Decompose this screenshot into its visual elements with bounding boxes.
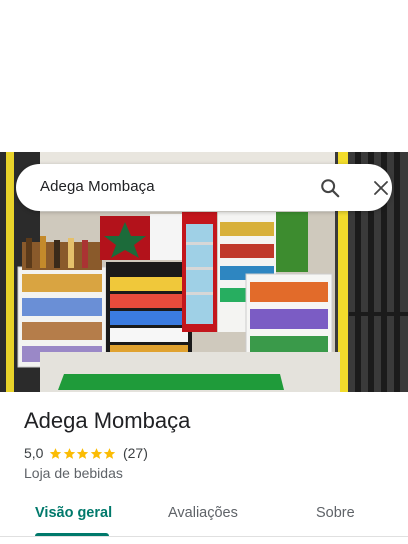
tab-about[interactable]: Sobre (316, 505, 355, 521)
search-bar[interactable]: Adega Mombaça (16, 164, 392, 211)
star-rating (49, 447, 117, 460)
rating-row[interactable]: 5,0 (27) (24, 444, 148, 462)
place-category: Loja de bebidas (24, 465, 123, 481)
tab-reviews[interactable]: Avaliações (168, 505, 238, 521)
search-input[interactable]: Adega Mombaça (40, 178, 155, 195)
star-icon (50, 447, 62, 459)
close-button[interactable] (367, 174, 395, 202)
star-icon (63, 447, 76, 459)
search-button[interactable] (316, 174, 344, 202)
star-icon (77, 447, 89, 459)
star-icon (104, 447, 116, 459)
place-tabs: Visão geral Avaliações Sobre (0, 495, 408, 537)
review-count[interactable]: (27) (123, 445, 148, 461)
star-icon (90, 447, 103, 459)
search-icon (321, 179, 340, 198)
place-name: Adega Mombaça (24, 408, 191, 433)
close-icon (374, 181, 388, 195)
tabs-divider (0, 536, 408, 537)
tab-overview[interactable]: Visão geral (35, 505, 112, 521)
rating-value: 5,0 (24, 445, 44, 461)
